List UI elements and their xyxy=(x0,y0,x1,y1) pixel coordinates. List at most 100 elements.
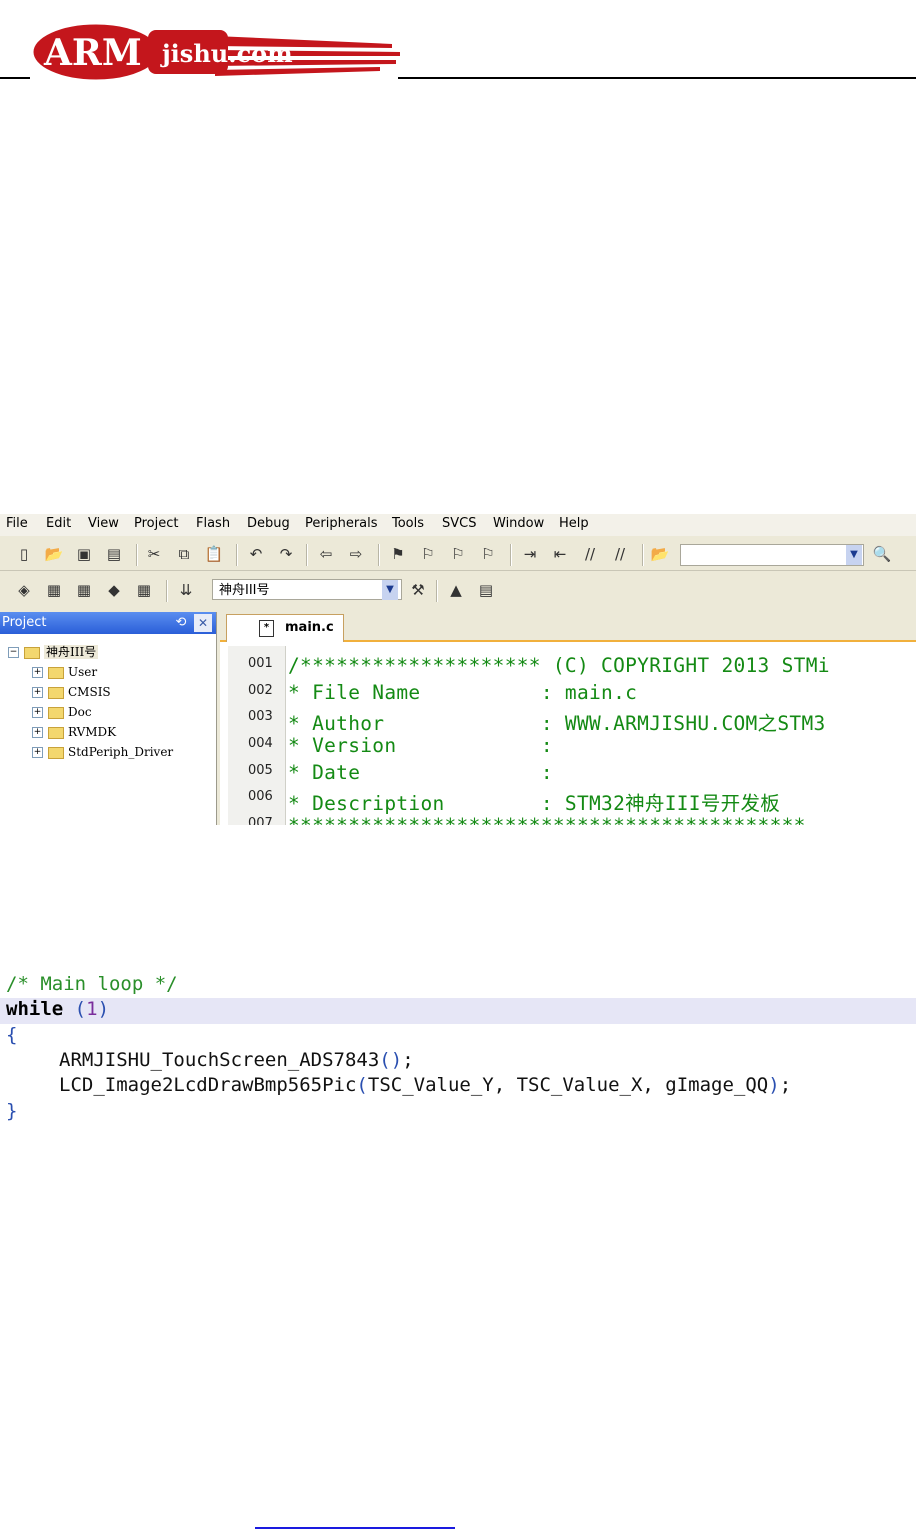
paren: ) xyxy=(768,1074,780,1096)
header-line-left xyxy=(0,77,30,79)
code-snippet: /* Main loop */ while (1) { ARMJISHU_Tou… xyxy=(0,970,916,1130)
toolbar-separator xyxy=(236,544,238,566)
tree-group-doc[interactable]: + Doc xyxy=(32,702,92,722)
tree-group-user[interactable]: + User xyxy=(32,662,97,682)
number-literal: 1 xyxy=(86,998,98,1020)
target-options-icon[interactable]: ⚒ xyxy=(408,580,428,600)
function-name: LCD_Image2LcdDrawBmp565Pic xyxy=(59,1074,357,1096)
paste-icon[interactable]: 📋 xyxy=(204,544,224,564)
folder-icon xyxy=(24,646,40,659)
manage-components-icon[interactable]: ▲ xyxy=(446,580,466,600)
menu-debug[interactable]: Debug xyxy=(247,516,290,531)
while-keyword: while xyxy=(6,998,64,1020)
line-number: 005 xyxy=(248,763,273,778)
expand-icon[interactable]: + xyxy=(32,687,43,698)
line-number: 006 xyxy=(248,789,273,804)
file-modified-icon: * xyxy=(259,620,274,637)
tree-group-stdperiph-driver[interactable]: + StdPeriph_Driver xyxy=(32,742,173,762)
paren: ) xyxy=(97,998,110,1020)
file-toolbar: ▯ 📂 ▣ ▤ ✂ ⧉ 📋 ↶ ↷ ⇦ ⇨ ⚑ ⚐ ⚐ ⚐ ⇥ ⇤ // // … xyxy=(0,538,916,571)
keil-ide-screenshot: File Edit View Project Flash Debug Perip… xyxy=(0,514,916,825)
code-line[interactable]: * Version : xyxy=(288,734,553,757)
line-number: 001 xyxy=(248,656,273,671)
tab-main-c[interactable]: * main.c xyxy=(226,614,344,642)
project-pane-title: Project ⟲ ✕ xyxy=(0,612,216,634)
menu-view[interactable]: View xyxy=(88,516,119,531)
armjishu-logo: ARM jishu.com xyxy=(30,21,400,83)
snippet-call-1: ARMJISHU_TouchScreen_ADS7843(); xyxy=(59,1049,414,1071)
cut-icon[interactable]: ✂ xyxy=(144,544,164,564)
save-icon[interactable]: ▣ xyxy=(74,544,94,564)
tree-root-label: 神舟III号 xyxy=(44,645,99,659)
load-download-icon[interactable]: ⇊ xyxy=(176,580,196,600)
tree-group-label: User xyxy=(68,665,98,679)
indent-icon[interactable]: ⇥ xyxy=(520,544,540,564)
clear-bookmarks-icon[interactable]: ⚐ xyxy=(478,544,498,564)
folder-icon xyxy=(48,706,64,719)
code-line[interactable]: * Description : STM32神舟III号开发板 xyxy=(288,787,780,816)
close-icon[interactable]: ✕ xyxy=(194,614,212,632)
paren: () xyxy=(379,1049,403,1071)
comment-icon[interactable]: // xyxy=(580,544,600,564)
menu-tools[interactable]: Tools xyxy=(392,516,424,531)
code-line[interactable]: /******************** (C) COPYRIGHT 2013… xyxy=(288,654,830,677)
find-in-files-icon[interactable]: 📂 xyxy=(650,544,670,564)
build-icon[interactable]: ▦ xyxy=(44,580,64,600)
nav-back-icon[interactable]: ⇦ xyxy=(316,544,336,564)
bookmark-icon[interactable]: ⚑ xyxy=(388,544,408,564)
code-line[interactable]: * Date : xyxy=(288,761,553,784)
stop-build-icon[interactable]: ▦ xyxy=(134,580,154,600)
pin-icon[interactable]: ⟲ xyxy=(172,614,190,632)
redo-icon[interactable]: ↷ xyxy=(276,544,296,564)
code-line[interactable]: * Author : WWW.ARMJISHU.COM之STM3 xyxy=(288,707,826,736)
chevron-down-icon[interactable]: ▼ xyxy=(382,580,398,600)
logo-arm-text: ARM xyxy=(43,32,142,74)
tree-group-label: CMSIS xyxy=(68,685,111,699)
menu-peripherals[interactable]: Peripherals xyxy=(305,516,378,531)
tree-group-label: StdPeriph_Driver xyxy=(68,745,174,759)
line-number: 002 xyxy=(248,683,273,698)
code-line[interactable]: * File Name : main.c xyxy=(288,681,637,704)
expand-icon[interactable]: + xyxy=(32,707,43,718)
code-editor: * main.c 001 002 003 004 005 006 007 /**… xyxy=(220,612,916,825)
prev-bookmark-icon[interactable]: ⚐ xyxy=(418,544,438,564)
new-file-icon[interactable]: ▯ xyxy=(14,544,34,564)
menu-edit[interactable]: Edit xyxy=(46,516,71,531)
expand-icon[interactable]: + xyxy=(32,727,43,738)
target-select[interactable]: 神舟III号 xyxy=(212,579,402,600)
nav-forward-icon[interactable]: ⇨ xyxy=(346,544,366,564)
expand-icon[interactable]: + xyxy=(32,667,43,678)
tree-group-label: RVMDK xyxy=(68,725,117,739)
undo-icon[interactable]: ↶ xyxy=(246,544,266,564)
tree-group-cmsis[interactable]: + CMSIS xyxy=(32,682,111,702)
translate-icon[interactable]: ◈ xyxy=(14,580,34,600)
tree-root-target[interactable]: − 神舟III号 xyxy=(8,642,99,662)
save-all-icon[interactable]: ▤ xyxy=(104,544,124,564)
menu-file[interactable]: File xyxy=(6,516,28,531)
copy-icon[interactable]: ⧉ xyxy=(174,544,194,564)
chevron-down-icon[interactable]: ▼ xyxy=(846,545,862,565)
menu-window[interactable]: Window xyxy=(493,516,544,531)
menu-project[interactable]: Project xyxy=(134,516,178,531)
footer-link-underline[interactable] xyxy=(255,1527,455,1529)
menu-flash[interactable]: Flash xyxy=(196,516,230,531)
uncomment-icon[interactable]: // xyxy=(610,544,630,564)
menu-help[interactable]: Help xyxy=(559,516,589,531)
batch-build-icon[interactable]: ◆ xyxy=(104,580,124,600)
tree-group-rvmdk[interactable]: + RVMDK xyxy=(32,722,116,742)
collapse-icon[interactable]: − xyxy=(8,647,19,658)
rebuild-icon[interactable]: ▦ xyxy=(74,580,94,600)
unindent-icon[interactable]: ⇤ xyxy=(550,544,570,564)
open-file-icon[interactable]: 📂 xyxy=(44,544,64,564)
code-line[interactable]: ****************************************… xyxy=(288,814,806,825)
line-number-gutter: 001 002 003 004 005 006 007 xyxy=(228,646,286,825)
find-icon[interactable]: 🔍 xyxy=(872,544,892,564)
select-packs-icon[interactable]: ▤ xyxy=(476,580,496,600)
menu-svcs[interactable]: SVCS xyxy=(442,516,476,531)
folder-icon xyxy=(48,726,64,739)
expand-icon[interactable]: + xyxy=(32,747,43,758)
find-combo-input[interactable] xyxy=(680,544,864,566)
paren: ( xyxy=(356,1074,368,1096)
next-bookmark-icon[interactable]: ⚐ xyxy=(448,544,468,564)
toolbar-separator xyxy=(436,580,438,602)
